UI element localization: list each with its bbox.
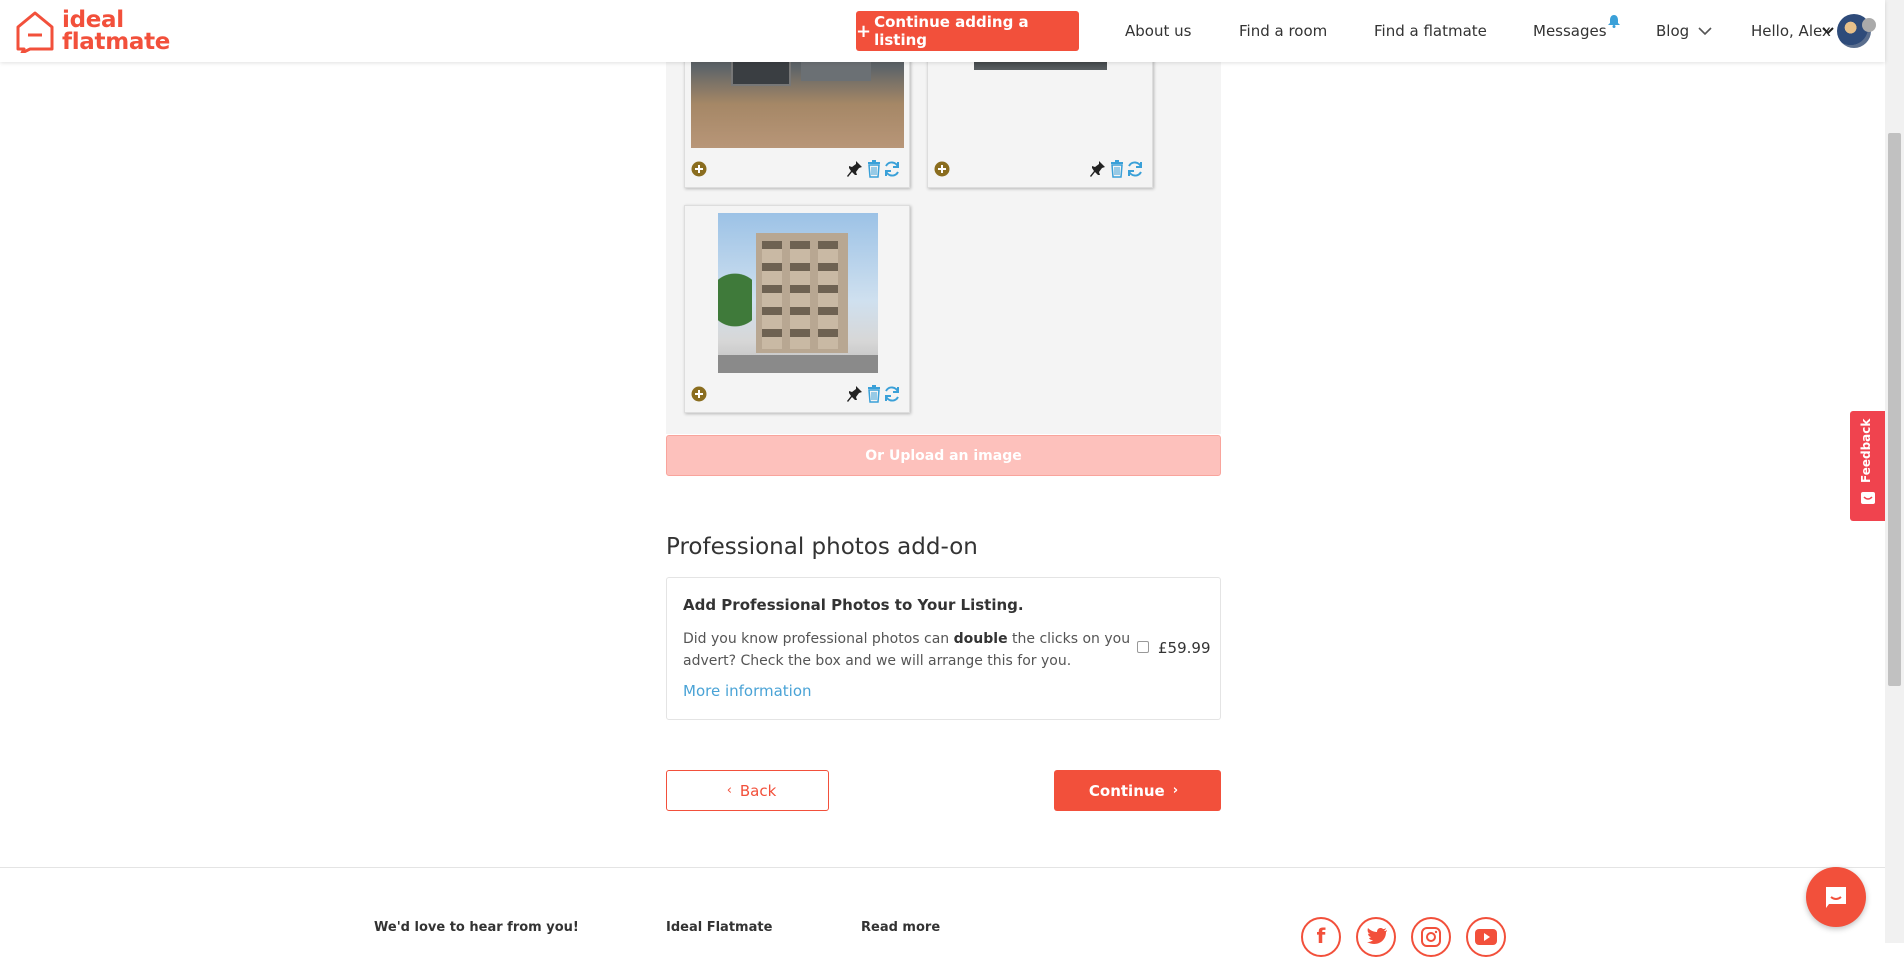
rotate-icon[interactable]: [883, 385, 901, 403]
continue-label: Continue: [1088, 781, 1165, 800]
addon-checkbox[interactable]: [1137, 641, 1149, 653]
continue-adding-listing-label: Continue adding a listing: [874, 13, 1029, 49]
add-caption-icon[interactable]: [691, 386, 707, 402]
chat-launcher-button[interactable]: [1806, 867, 1866, 927]
footer-divider: [0, 867, 1885, 868]
logo-text-line1: ideal: [62, 7, 124, 33]
feedback-label: Feedback: [1859, 418, 1873, 483]
user-chevron-down-icon[interactable]: [1822, 26, 1834, 36]
logo-text-line2: flatmate: [62, 29, 171, 55]
avatar-status-dot: [1862, 18, 1876, 32]
addon-desc-part1: Did you know professional photos can: [683, 631, 954, 647]
footer-heading-company: Ideal Flatmate: [666, 920, 773, 935]
plus-icon: +: [856, 20, 872, 42]
addon-heading: Add Professional Photos to Your Listing.: [683, 596, 1024, 614]
back-label: Back: [739, 781, 777, 800]
facebook-icon[interactable]: f: [1301, 917, 1341, 957]
delete-icon[interactable]: [1110, 160, 1124, 178]
section-title: Professional photos add-on: [666, 534, 978, 560]
pin-icon[interactable]: [847, 385, 863, 403]
photo-card-actions: [934, 160, 1146, 178]
pin-icon[interactable]: [847, 160, 863, 178]
chevron-left-icon: ‹: [726, 783, 732, 798]
feedback-icon: [1861, 492, 1875, 504]
feedback-tab[interactable]: Feedback: [1850, 411, 1885, 521]
photo-card-actions: [691, 160, 903, 178]
pin-icon[interactable]: [1090, 160, 1106, 178]
apartment-building-photo[interactable]: [718, 213, 878, 373]
nav-blog[interactable]: Blog: [1656, 22, 1689, 40]
photo-card-actions: [691, 385, 903, 403]
nav-about-us[interactable]: About us: [1125, 22, 1191, 40]
house-logo-icon: [16, 11, 54, 53]
add-caption-icon[interactable]: [691, 161, 707, 177]
footer-heading-contact: We'd love to hear from you!: [374, 920, 579, 935]
nav-hello-user[interactable]: Hello, Alex: [1751, 22, 1831, 40]
page-scrollbar[interactable]: [1885, 0, 1904, 943]
nav-find-a-flatmate[interactable]: Find a flatmate: [1374, 22, 1487, 40]
nav-find-a-room[interactable]: Find a room: [1239, 22, 1327, 40]
delete-icon[interactable]: [867, 160, 881, 178]
ideal-flatmate-logo[interactable]: ideal flatmate: [14, 7, 171, 55]
professional-photos-addon: Add Professional Photos to Your Listing.…: [666, 577, 1221, 720]
addon-description: Did you know professional photos can dou…: [683, 628, 1133, 672]
back-button[interactable]: ‹ Back: [666, 770, 829, 811]
scrollbar-thumb[interactable]: [1888, 133, 1901, 686]
nav-messages[interactable]: Messages: [1533, 22, 1607, 40]
twitter-icon[interactable]: [1356, 917, 1396, 957]
site-header: ideal flatmate + Continue adding a listi…: [0, 0, 1885, 62]
instagram-icon[interactable]: [1411, 917, 1451, 957]
addon-price: £59.99: [1158, 639, 1211, 657]
rotate-icon[interactable]: [883, 160, 901, 178]
chat-icon: [1826, 887, 1846, 908]
rotate-icon[interactable]: [1126, 160, 1144, 178]
youtube-icon[interactable]: [1466, 917, 1506, 957]
continue-adding-listing-button[interactable]: + Continue adding a listing: [856, 11, 1079, 51]
chevron-right-icon: ›: [1172, 783, 1179, 798]
delete-icon[interactable]: [867, 385, 881, 403]
notification-bell-icon: [1608, 15, 1620, 28]
photo-card-3: [684, 205, 910, 413]
more-information-link[interactable]: More information: [683, 682, 812, 700]
blog-chevron-down-icon[interactable]: [1698, 26, 1712, 36]
add-caption-icon[interactable]: [934, 161, 950, 177]
footer-heading-read-more: Read more: [861, 920, 941, 935]
addon-desc-bold: double: [953, 631, 1008, 647]
upload-image-button[interactable]: Or Upload an image: [666, 435, 1221, 476]
continue-button[interactable]: Continue ›: [1054, 770, 1221, 811]
